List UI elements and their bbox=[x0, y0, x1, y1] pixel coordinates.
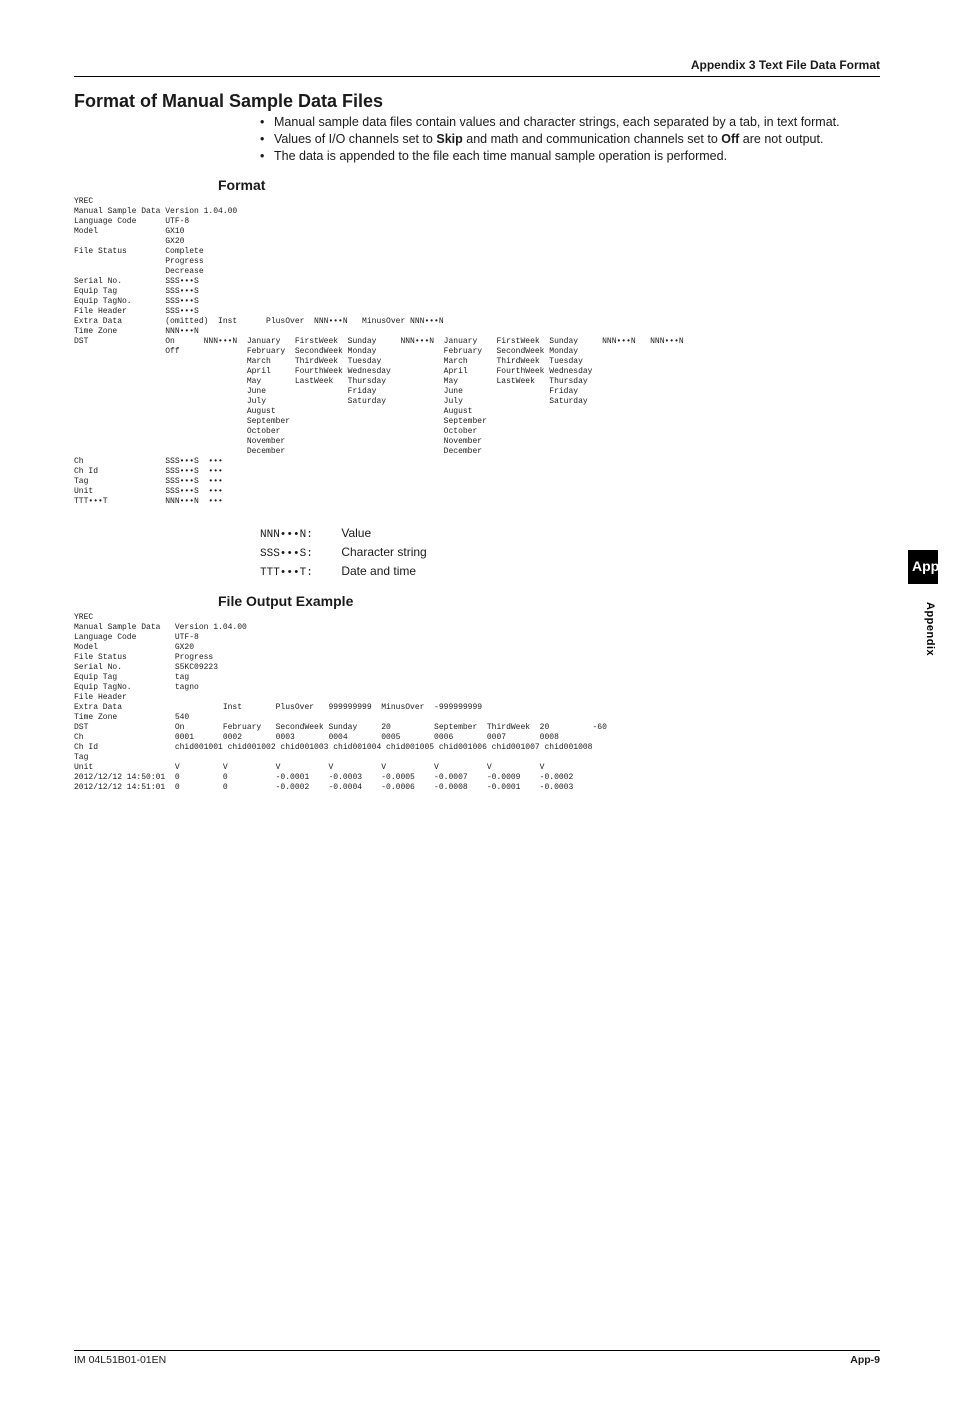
legend-key: TTT•••T: bbox=[260, 566, 338, 582]
legend-row: NNN•••N: Value bbox=[260, 525, 954, 544]
legend-val: Date and time bbox=[341, 564, 416, 578]
page-title: Format of Manual Sample Data Files bbox=[74, 91, 954, 112]
footer: IM 04L51B01-01EN App-9 bbox=[74, 1350, 880, 1366]
bullet-row: • Values of I/O channels set to Skip and… bbox=[260, 131, 880, 148]
top-rule: Appendix 3 Text File Data Format bbox=[74, 56, 880, 77]
legend-key: SSS•••S: bbox=[260, 547, 338, 563]
footer-left: IM 04L51B01-01EN bbox=[74, 1354, 166, 1366]
legend-row: SSS•••S: Character string bbox=[260, 544, 954, 563]
bullet-text: The data is appended to the file each ti… bbox=[274, 148, 727, 165]
legend-val: Character string bbox=[341, 545, 426, 559]
legend-val: Value bbox=[341, 526, 371, 540]
bullet-row: • Manual sample data files contain value… bbox=[260, 114, 880, 131]
appendix-header: Appendix 3 Text File Data Format bbox=[691, 58, 880, 72]
side-tab-label: Appendix bbox=[924, 602, 936, 656]
example-heading: File Output Example bbox=[218, 593, 954, 609]
bullet-dot: • bbox=[260, 114, 274, 131]
intro-bullets: • Manual sample data files contain value… bbox=[260, 114, 880, 165]
legend-key: NNN•••N: bbox=[260, 528, 338, 544]
legend-row: TTT•••T: Date and time bbox=[260, 563, 954, 582]
bullet-row: • The data is appended to the file each … bbox=[260, 148, 880, 165]
example-block: YREC Manual Sample Data Version 1.04.00 … bbox=[74, 613, 954, 793]
legend-block: NNN•••N: Value SSS•••S: Character string… bbox=[260, 525, 954, 582]
footer-right: App-9 bbox=[850, 1354, 880, 1366]
bullet-text: Manual sample data files contain values … bbox=[274, 114, 840, 131]
bullet-dot: • bbox=[260, 131, 274, 148]
side-tab: App bbox=[908, 550, 938, 584]
format-heading: Format bbox=[218, 177, 954, 193]
bullet-dot: • bbox=[260, 148, 274, 165]
format-block: YREC Manual Sample Data Version 1.04.00 … bbox=[74, 197, 954, 507]
bullet-text: Values of I/O channels set to Skip and m… bbox=[274, 131, 823, 148]
